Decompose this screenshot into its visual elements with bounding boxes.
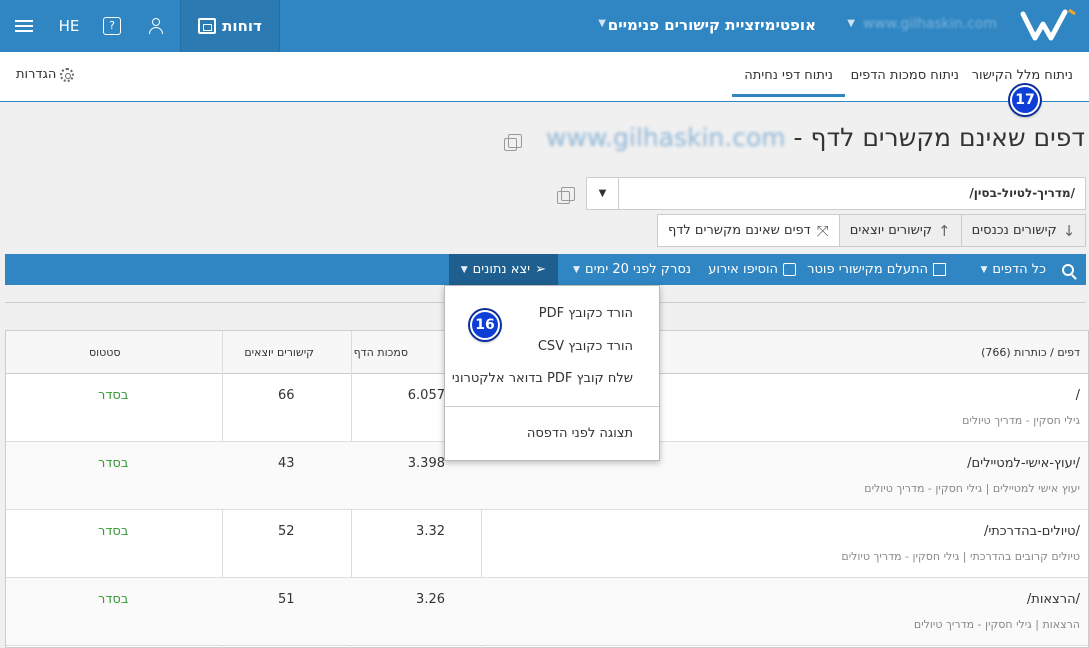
all-pages-filter[interactable]: כל הדפים ▼: [980, 254, 1046, 285]
settings-label: הגדרות: [16, 67, 57, 82]
hamburger-icon: [15, 17, 33, 35]
row-authority: 3.26: [416, 592, 445, 607]
crawl-date-label: נסרק לפני 20 ימים: [584, 262, 691, 277]
export-data-button[interactable]: ➢ יצא נתונים ▼: [448, 254, 558, 285]
product-chevron-down-icon[interactable]: ▼: [598, 18, 606, 29]
url-select-value: /מדריך-לטיול-בסין/: [969, 186, 1075, 200]
ignore-footer-toggle[interactable]: התעלם מקישורי פוטר: [807, 254, 946, 285]
add-event-label: הוסיפו אירוע: [708, 262, 778, 277]
table-row[interactable]: /הרצאות/ הרצאות | גילי חסקין - מדריך טיו…: [6, 578, 1088, 646]
row-description: יעוץ אישי למטיילים | גילי חסקין - מדריך …: [864, 482, 1080, 495]
table-toolbar: כל הדפים ▼ התעלם מקישורי פוטר הוסיפו איר…: [5, 254, 1086, 285]
tab-landing-pages[interactable]: ניתוח דפי נחיתה: [732, 68, 845, 97]
row-authority: 3.32: [416, 524, 445, 539]
tab-anchor-text[interactable]: ניתוח מלל הקישור: [972, 68, 1073, 83]
incoming-links-label: קישורים נכנסים: [971, 223, 1057, 238]
reports-label: דוחות: [222, 17, 262, 35]
outgoing-links-button[interactable]: ↑ קישורים יוצאים: [838, 214, 962, 247]
sub-navigation: ניתוח מלל הקישור ניתוח סמכות הדפים ניתוח…: [0, 52, 1089, 102]
row-outgoing-links: 66: [278, 388, 295, 403]
page-title: דפים שאינם מקשרים לדף - www.gilhaskin.co…: [546, 123, 1085, 152]
row-description: הרצאות | גילי חסקין - מדריך טיולים: [913, 618, 1080, 631]
all-pages-label: כל הדפים: [992, 262, 1046, 277]
reports-icon: [198, 18, 217, 34]
add-event-button[interactable]: הוסיפו אירוע: [708, 254, 796, 285]
not-linking-pages-button[interactable]: ⤧ דפים שאינם מקשרים לדף: [657, 214, 840, 247]
crawl-date-selector[interactable]: נסרק לפני 20 ימים ▼: [573, 254, 691, 285]
note-icon: [783, 263, 796, 276]
copy-url-icon[interactable]: [557, 187, 575, 204]
menu-item-download-pdf[interactable]: הורד כקובץ PDF: [539, 306, 633, 321]
tab-page-authority[interactable]: ניתוח סמכות הדפים: [851, 68, 959, 83]
menu-item-email-pdf[interactable]: שלח קובץ PDF בדואר אלקטרוני: [452, 371, 633, 386]
arrow-down-icon: ↓: [1062, 221, 1076, 240]
gear-icon: [60, 67, 75, 82]
help-button[interactable]: ?: [90, 0, 134, 52]
column-header-status[interactable]: סטטוס: [89, 346, 121, 359]
product-selector[interactable]: אופטימיזציית קישורים פנימיים: [608, 16, 816, 34]
row-authority: 6.057: [407, 388, 445, 403]
column-header-authority[interactable]: סמכות הדף: [354, 346, 408, 359]
row-outgoing-links: 51: [278, 592, 295, 607]
menu-divider: [445, 406, 659, 407]
top-left-icons: HE ?: [0, 0, 178, 52]
column-header-outgoing[interactable]: קישורים יוצאים: [244, 346, 314, 359]
row-status: בסדר: [98, 592, 129, 607]
menu-item-download-csv[interactable]: הורד כקובץ CSV: [538, 339, 633, 354]
row-path[interactable]: /: [1076, 388, 1080, 403]
row-status: בסדר: [98, 524, 129, 539]
search-button[interactable]: [1062, 254, 1074, 285]
help-icon: ?: [103, 17, 121, 35]
row-status: בסדר: [98, 456, 129, 471]
page-title-text: דפים שאינם מקשרים לדף -: [785, 123, 1085, 152]
export-data-label: יצא נתונים: [472, 262, 531, 277]
checkbox-icon[interactable]: [933, 263, 946, 276]
step-badge-17: 17: [1010, 85, 1040, 115]
link-type-segments: ↓ קישורים נכנסים ↑ קישורים יוצאים ⤧ דפים…: [657, 214, 1087, 247]
table-row[interactable]: /טיולים-בהדרכתי/ טיולים קרובים בהדרכתי |…: [6, 510, 1088, 578]
row-path[interactable]: /יעוץ-אישי-למטיילים/: [967, 456, 1080, 471]
arrow-up-icon: ↑: [938, 221, 951, 240]
row-description: טיולים קרובים בהדרכתי | גילי חסקין - מדר…: [841, 550, 1080, 563]
settings-button[interactable]: הגדרות: [16, 67, 75, 82]
send-icon: ➢: [535, 262, 546, 277]
incoming-links-button[interactable]: ↓ קישורים נכנסים: [960, 214, 1087, 247]
row-description: גילי חסקין - מדריך טיולים: [962, 414, 1080, 427]
not-linking-pages-label: דפים שאינם מקשרים לדף: [668, 223, 811, 238]
chevron-down-icon[interactable]: ▼: [587, 178, 619, 209]
search-icon: [1062, 263, 1074, 276]
menu-button[interactable]: [0, 0, 48, 52]
user-button[interactable]: [134, 0, 178, 52]
site-chevron-down-icon[interactable]: ▼: [847, 18, 855, 29]
row-authority: 3.398: [407, 456, 445, 471]
top-bar: www.gilhaskin.com ▼ אופטימיזציית קישורים…: [0, 0, 1089, 52]
logo-icon[interactable]: [1019, 8, 1079, 44]
row-status: בסדר: [98, 388, 129, 403]
row-outgoing-links: 43: [278, 456, 295, 471]
caret-down-icon: ▼: [573, 264, 580, 275]
copy-icon[interactable]: [504, 134, 522, 151]
menu-item-print-preview[interactable]: תצוגה לפני הדפסה: [527, 426, 633, 441]
row-path[interactable]: /הרצאות/: [1027, 592, 1080, 607]
column-header-pages[interactable]: דפים / כותרות (766): [981, 346, 1080, 359]
site-selector[interactable]: www.gilhaskin.com: [863, 16, 997, 32]
row-outgoing-links: 52: [278, 524, 295, 539]
unlink-icon: ⤧: [816, 221, 829, 240]
ignore-footer-label: התעלם מקישורי פוטר: [807, 262, 928, 277]
caret-down-icon: ▼: [460, 264, 468, 275]
outgoing-links-label: קישורים יוצאים: [849, 223, 933, 238]
reports-button[interactable]: דוחות: [180, 0, 280, 52]
language-button[interactable]: HE: [48, 0, 90, 52]
user-icon: [147, 17, 165, 35]
url-select[interactable]: /מדריך-לטיול-בסין/ ▼: [586, 177, 1086, 210]
row-path[interactable]: /טיולים-בהדרכתי/: [984, 524, 1080, 539]
step-badge-16: 16: [470, 310, 500, 340]
caret-down-icon: ▼: [980, 264, 988, 275]
page-title-site: www.gilhaskin.com: [546, 123, 786, 152]
